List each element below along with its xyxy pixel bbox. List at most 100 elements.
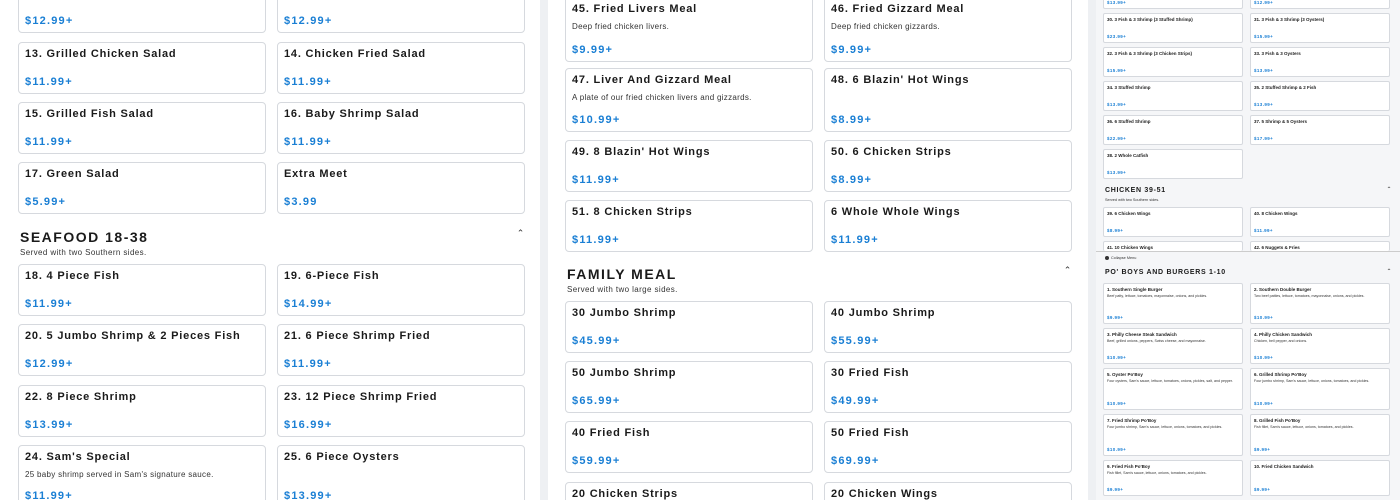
menu-item-card[interactable]: 37. 5 Shrimp & 5 Oysters $17.99+	[1250, 115, 1390, 145]
chevron-up-icon[interactable]: ⌃	[1386, 268, 1392, 277]
menu-item-card[interactable]: 50 Fried Fish $69.99+	[824, 421, 1072, 473]
item-price: $55.99+	[831, 335, 880, 347]
section-subtitle-seafood: Served with two Southern sides.	[20, 248, 147, 257]
menu-item-card[interactable]: 31. 3 Fish & 3 Shrimp (3 Oysters) $15.99…	[1250, 13, 1390, 43]
item-price: $11.99+	[284, 76, 332, 88]
menu-item-card[interactable]: 16. Baby Shrimp Salad $11.99+	[277, 102, 525, 154]
item-price: $3.99	[284, 196, 318, 208]
menu-item-card[interactable]: 6. Grilled Shrimp Po'Boy Four jumbo shri…	[1250, 368, 1390, 410]
item-name: 47. Liver And Gizzard Meal	[572, 74, 732, 86]
item-price: $15.99+	[1254, 34, 1274, 39]
item-name: 2. Southern Double Burger	[1254, 287, 1312, 292]
menu-item-card[interactable]: 40 Jumbo Shrimp $55.99+	[824, 301, 1072, 353]
menu-item-card[interactable]: $12.99+	[277, 0, 525, 33]
menu-item-card[interactable]: 41. 10 Chicken Wings	[1103, 241, 1243, 251]
menu-item-card[interactable]: 5. Oyster Po'Boy Four oysters, Sam's sau…	[1103, 368, 1243, 410]
menu-item-card[interactable]: 46. Fried Gizzard Meal Deep fried chicke…	[824, 0, 1072, 62]
menu-item-card[interactable]: 19. 6-Piece Fish $14.99+	[277, 264, 525, 316]
chevron-up-icon[interactable]: ⌃	[516, 229, 525, 238]
menu-item-card[interactable]: 38. 2 Whole Catfish $13.99+	[1103, 149, 1243, 179]
item-price: $11.99+	[25, 298, 73, 310]
menu-item-card[interactable]: 35. 2 Stuffed Shrimp & 2 Fish $13.99+	[1250, 81, 1390, 111]
item-description: Four jumbo shrimp, Sam's sauce, lettuce,…	[1254, 379, 1370, 383]
menu-item-card[interactable]: 18. 4 Piece Fish $11.99+	[18, 264, 266, 316]
menu-item-card[interactable]: 1. Southern Single Burger Beef patty, le…	[1103, 283, 1243, 324]
menu-item-card[interactable]: Extra Meet $3.99	[277, 162, 525, 214]
menu-item-card[interactable]: 39. 6 Chicken Wings $8.99+	[1103, 207, 1243, 237]
menu-item-card[interactable]: 34. 3 Stuffed Shrimp $13.99+	[1103, 81, 1243, 111]
menu-item-card[interactable]: 15. Grilled Fish Salad $11.99+	[18, 102, 266, 154]
menu-item-card[interactable]: 17. Green Salad $5.99+	[18, 162, 266, 214]
menu-item-card[interactable]: 36. 6 Stuffed Shrimp $22.99+	[1103, 115, 1243, 145]
item-price: $13.99+	[1254, 68, 1274, 73]
menu-item-card[interactable]: 24. Sam's Special 25 baby shrimp served …	[18, 445, 266, 500]
item-description: Beef, grilled onions, peppers, Swiss che…	[1107, 339, 1206, 343]
menu-item-card[interactable]: $12.99+	[18, 0, 266, 33]
item-name: 33. 3 Fish & 3 Oysters	[1254, 51, 1301, 56]
chevron-up-icon[interactable]: ⌃	[1063, 266, 1072, 275]
menu-item-card[interactable]: 23. 12 Piece Shrimp Fried $16.99+	[277, 385, 525, 437]
item-price: $12.99+	[284, 15, 333, 27]
item-description: Deep fried chicken livers.	[572, 22, 670, 31]
item-name: 51. 8 Chicken Strips	[572, 206, 693, 218]
menu-item-card[interactable]: 9. Fried Fish Po'Boy Fish fillet, Sam's …	[1103, 460, 1243, 496]
menu-item-card[interactable]: 47. Liver And Gizzard Meal A plate of ou…	[565, 68, 813, 132]
menu-item-card[interactable]: 40. 8 Chicken Wings $11.99+	[1250, 207, 1390, 237]
menu-item-card[interactable]: 20 Chicken Strips	[565, 482, 813, 500]
menu-item-card[interactable]: 8. Grilled Fish Po'Boy Fish fillet, Sam'…	[1250, 414, 1390, 456]
menu-item-card[interactable]: 50 Jumbo Shrimp $65.99+	[565, 361, 813, 413]
menu-item-card[interactable]: 22. 8 Piece Shrimp $13.99+	[18, 385, 266, 437]
item-price: $17.99+	[1254, 136, 1274, 141]
menu-item-card[interactable]: 42. 6 Nuggets & Fries	[1250, 241, 1390, 251]
menu-item-card[interactable]: 21. 6 Piece Shrimp Fried $11.99+	[277, 324, 525, 376]
menu-item-card[interactable]: 30. 3 Fish & 3 Shrimp (3 Stuffed Shrimp)…	[1103, 13, 1243, 43]
menu-item-card[interactable]: 49. 8 Blazin' Hot Wings $11.99+	[565, 140, 813, 192]
item-price: $11.99+	[1254, 228, 1273, 233]
menu-item-card[interactable]: 20 Chicken Wings	[824, 482, 1072, 500]
item-name: 50 Jumbo Shrimp	[572, 367, 677, 379]
chevron-up-icon[interactable]: ⌃	[1386, 186, 1392, 195]
menu-item-card[interactable]: 51. 8 Chicken Strips $11.99+	[565, 200, 813, 252]
menu-item-card[interactable]: 25. 6 Piece Oysters $13.99+	[277, 445, 525, 500]
item-price: $9.99+	[831, 44, 873, 56]
menu-item-card[interactable]: 14. Chicken Fried Salad $11.99+	[277, 42, 525, 94]
item-name: 19. 6-Piece Fish	[284, 270, 380, 282]
item-price: $11.99+	[25, 136, 73, 148]
item-price: $5.99+	[25, 196, 67, 208]
item-price: $13.99+	[284, 490, 333, 500]
menu-item-card[interactable]: 13. Grilled Chicken Salad $11.99+	[18, 42, 266, 94]
menu-item-card[interactable]: 33. 3 Fish & 3 Oysters $13.99+	[1250, 47, 1390, 77]
collapse-menu-link[interactable]: Collapse Menu	[1105, 256, 1136, 260]
menu-item-card[interactable]: 4. Philly Chicken Sandwich Chicken, bell…	[1250, 328, 1390, 364]
item-name: 30 Fried Fish	[831, 367, 910, 379]
item-description: Fish fillet, Sam's sauce, lettuce, onion…	[1107, 471, 1207, 475]
menu-item-card[interactable]: 6 Whole Whole Wings $11.99+	[824, 200, 1072, 252]
menu-item-card[interactable]: 32. 3 Fish & 3 Shrimp (3 Chicken Strips)…	[1103, 47, 1243, 77]
item-name: 17. Green Salad	[25, 168, 120, 180]
menu-item-card[interactable]: 30 Fried Fish $49.99+	[824, 361, 1072, 413]
item-name: 35. 2 Stuffed Shrimp & 2 Fish	[1254, 85, 1317, 90]
section-title-chicken: CHICKEN 39-51	[1105, 187, 1166, 194]
menu-item-card[interactable]: 48. 6 Blazin' Hot Wings $8.99+	[824, 68, 1072, 132]
menu-item-card[interactable]: 7. Fried Shrimp Po'Boy Four jumbo shrimp…	[1103, 414, 1243, 456]
item-price: $10.99+	[1107, 401, 1127, 406]
menu-item-card[interactable]: 40 Fried Fish $59.99+	[565, 421, 813, 473]
menu-item-card[interactable]: 10. Fried Chicken Sandwich $9.99+	[1250, 460, 1390, 496]
menu-column-middle: 45. Fried Livers Meal Deep fried chicken…	[548, 0, 1088, 500]
item-price: $9.99+	[1254, 447, 1271, 452]
item-price: $10.99+	[1107, 355, 1127, 360]
item-name: Extra Meet	[284, 168, 348, 180]
item-name: 40 Fried Fish	[572, 427, 651, 439]
menu-item-card[interactable]: 20. 5 Jumbo Shrimp & 2 Pieces Fish $12.9…	[18, 324, 266, 376]
menu-item-card[interactable]: 50. 6 Chicken Strips $8.99+	[824, 140, 1072, 192]
menu-item-card[interactable]: 45. Fried Livers Meal Deep fried chicken…	[565, 0, 813, 62]
menu-item-card[interactable]: 2. Southern Double Burger Two beef patti…	[1250, 283, 1390, 324]
menu-item-card[interactable]: 30 Jumbo Shrimp $45.99+	[565, 301, 813, 353]
item-price: $11.99+	[284, 136, 332, 148]
menu-item-card[interactable]: $12.99+	[1250, 0, 1390, 9]
item-price: $65.99+	[572, 395, 621, 407]
menu-item-card[interactable]: 3. Philly Cheese Steak Sandwich Beef, gr…	[1103, 328, 1243, 364]
menu-item-card[interactable]: $13.99+	[1103, 0, 1243, 9]
item-price: $10.99+	[1254, 355, 1274, 360]
item-price: $13.99+	[25, 419, 74, 431]
